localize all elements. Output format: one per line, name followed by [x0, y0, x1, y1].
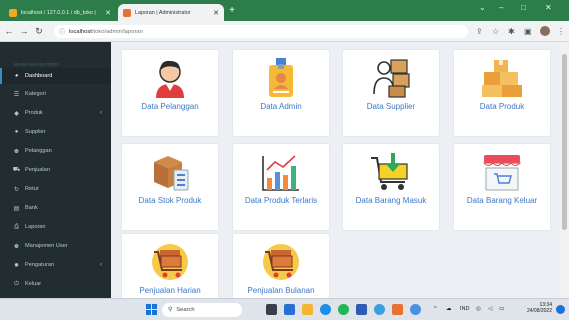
search-icon: ⚲	[168, 307, 173, 313]
cubes-icon: ◆	[14, 110, 19, 117]
sidebar-item-penjualan[interactable]: ⛟ Penjualan	[0, 162, 111, 178]
windows-taskbar: ⚲ Search ^ ☁ IND ◎ ◁ ▭ 13:34 24/08/2022	[0, 298, 569, 320]
tab-laporan[interactable]: Laporan | Administrator ✕	[118, 4, 224, 21]
card-data-barang-masuk[interactable]: Data Barang Masuk	[342, 143, 440, 231]
task-view-icon[interactable]	[266, 304, 277, 315]
card-data-admin[interactable]: Data Admin	[232, 49, 330, 137]
volume-icon[interactable]: ◁	[488, 306, 492, 312]
chrome-icon[interactable]	[374, 304, 385, 315]
file-explorer-icon[interactable]	[302, 304, 313, 315]
sidebar-item-pengaturan[interactable]: ✹ Pengaturan ‹	[0, 257, 111, 273]
bank-icon: ▤	[13, 205, 20, 212]
print-icon: ⎙	[14, 223, 19, 230]
spotify-icon[interactable]	[338, 304, 349, 315]
sales-cart-icon	[152, 244, 188, 280]
reload-icon[interactable]: ↻	[34, 26, 44, 37]
tab-close-icon[interactable]: ✕	[105, 9, 111, 17]
cloud-icon[interactable]: ☁	[446, 306, 452, 312]
xampp-icon[interactable]	[392, 304, 403, 315]
tab-phpmyadmin[interactable]: localhost / 127.0.0.1 / db_toko | ✕	[4, 4, 116, 21]
edge-icon[interactable]	[320, 304, 331, 315]
notification-icon[interactable]	[556, 305, 565, 314]
sidebar-item-retur[interactable]: ↻ Retur	[0, 181, 111, 197]
admin-badge-icon	[269, 58, 293, 97]
card-data-produk-terlaris[interactable]: Data Produk Terlaris	[232, 143, 330, 231]
scrollbar-thumb[interactable]	[562, 54, 567, 230]
shopping-icon: ⛟	[12, 167, 21, 173]
supplier-icon	[373, 59, 410, 98]
address-bar[interactable]: ⓘ localhost/toko/admin/laporan	[54, 25, 468, 38]
word-icon[interactable]	[356, 304, 367, 315]
browser-tab-bar: localhost / 127.0.0.1 / db_toko | ✕ Lapo…	[0, 0, 569, 21]
chevron-left-icon: ‹	[100, 262, 102, 268]
users-icon: ♚	[13, 148, 20, 155]
sidebar-item-pelanggan[interactable]: ♚ Pelanggan	[0, 143, 111, 159]
card-penjualan-harian[interactable]: Penjualan Harian	[121, 233, 219, 298]
report-menu: Data Pelanggan Data Admin Data Supplier	[111, 42, 560, 298]
forward-arrow-icon[interactable]: →	[19, 26, 29, 36]
network-icon[interactable]: ◎	[476, 306, 481, 312]
card-data-supplier[interactable]: Data Supplier	[342, 49, 440, 137]
taskbar-search-box[interactable]: ⚲ Search	[162, 303, 242, 317]
user-icon: ●	[14, 129, 19, 135]
bookmark-star-icon[interactable]: ☆	[492, 27, 499, 36]
sidebar-item-produk[interactable]: ◆ Produk ‹	[0, 105, 111, 121]
tray-chevron-icon[interactable]: ^	[434, 306, 437, 312]
boxes-icon	[482, 60, 522, 97]
close-window-button[interactable]: ✕	[545, 3, 552, 12]
users-cog-icon: ♚	[13, 243, 20, 250]
battery-icon[interactable]: ▭	[499, 306, 504, 312]
sidebar-item-bank[interactable]: ▤ Bank	[0, 200, 111, 216]
card-data-stok-produk[interactable]: Data Stok Produk	[121, 143, 219, 231]
phpmyadmin-favicon-icon	[9, 8, 17, 17]
extensions-icon[interactable]: ✱	[508, 27, 515, 36]
sidebar-item-keluar[interactable]: ⏻ Keluar	[0, 276, 111, 292]
sidebar-item-manajemen-user[interactable]: ♚ Manajemen User	[0, 238, 111, 254]
language-indicator[interactable]: IND	[460, 306, 469, 312]
menu-kebab-icon[interactable]: ⋮	[557, 27, 565, 36]
back-arrow-icon[interactable]: ←	[4, 26, 14, 36]
growth-chart-icon	[262, 155, 299, 191]
sidebar-item-kategori[interactable]: ☰ Kategori	[0, 86, 111, 102]
windows-start-icon[interactable]	[146, 304, 157, 315]
cart-in-icon	[371, 153, 408, 190]
sidebar-item-laporan[interactable]: ⎙ Laporan	[0, 219, 111, 235]
list-icon: ☰	[13, 91, 20, 98]
widgets-icon[interactable]	[284, 304, 295, 315]
app-icon[interactable]	[410, 304, 421, 315]
gear-icon: ✹	[13, 262, 20, 269]
power-icon: ⏻	[14, 280, 19, 287]
maximize-button[interactable]: □	[521, 3, 526, 12]
profile-avatar[interactable]	[540, 26, 550, 36]
card-data-barang-keluar[interactable]: Data Barang Keluar	[453, 143, 551, 231]
sidebar: MAIN NAVIGATION ◕ Dashboard ☰ Kategori ◆ Pr…	[0, 42, 111, 298]
dashboard-icon: ◕	[14, 73, 19, 79]
new-tab-button[interactable]: +	[226, 5, 238, 16]
share-icon[interactable]: ⇪	[476, 27, 483, 36]
sales-cart-icon	[263, 244, 299, 280]
refresh-icon: ↻	[13, 186, 20, 193]
sidebar-item-supplier[interactable]: ● Supplier	[0, 124, 111, 140]
clock[interactable]: 13:34 24/08/2022	[518, 302, 552, 314]
site-info-icon[interactable]: ⓘ	[59, 27, 65, 36]
card-penjualan-bulanan[interactable]: Penjualan Bulanan	[232, 233, 330, 298]
customer-icon	[156, 60, 184, 98]
sidebar-item-dashboard[interactable]: ◕ Dashboard	[0, 68, 111, 84]
tab-search-icon[interactable]: ⌄	[479, 3, 486, 12]
stock-icon	[154, 156, 189, 191]
sidebar-header: MAIN NAVIGATION	[14, 62, 59, 67]
tab-close-icon[interactable]: ✕	[213, 9, 219, 17]
sidepanel-icon[interactable]: ▣	[524, 27, 532, 36]
admin-favicon-icon	[123, 8, 131, 17]
minimize-button[interactable]: –	[499, 3, 503, 12]
store-icon	[482, 155, 522, 191]
card-data-pelanggan[interactable]: Data Pelanggan	[121, 49, 219, 137]
card-data-produk[interactable]: Data Produk	[453, 49, 551, 137]
chevron-left-icon: ‹	[100, 110, 102, 116]
browser-toolbar: ← → ↻ ⓘ localhost/toko/admin/laporan ⇪ ☆…	[0, 21, 569, 42]
